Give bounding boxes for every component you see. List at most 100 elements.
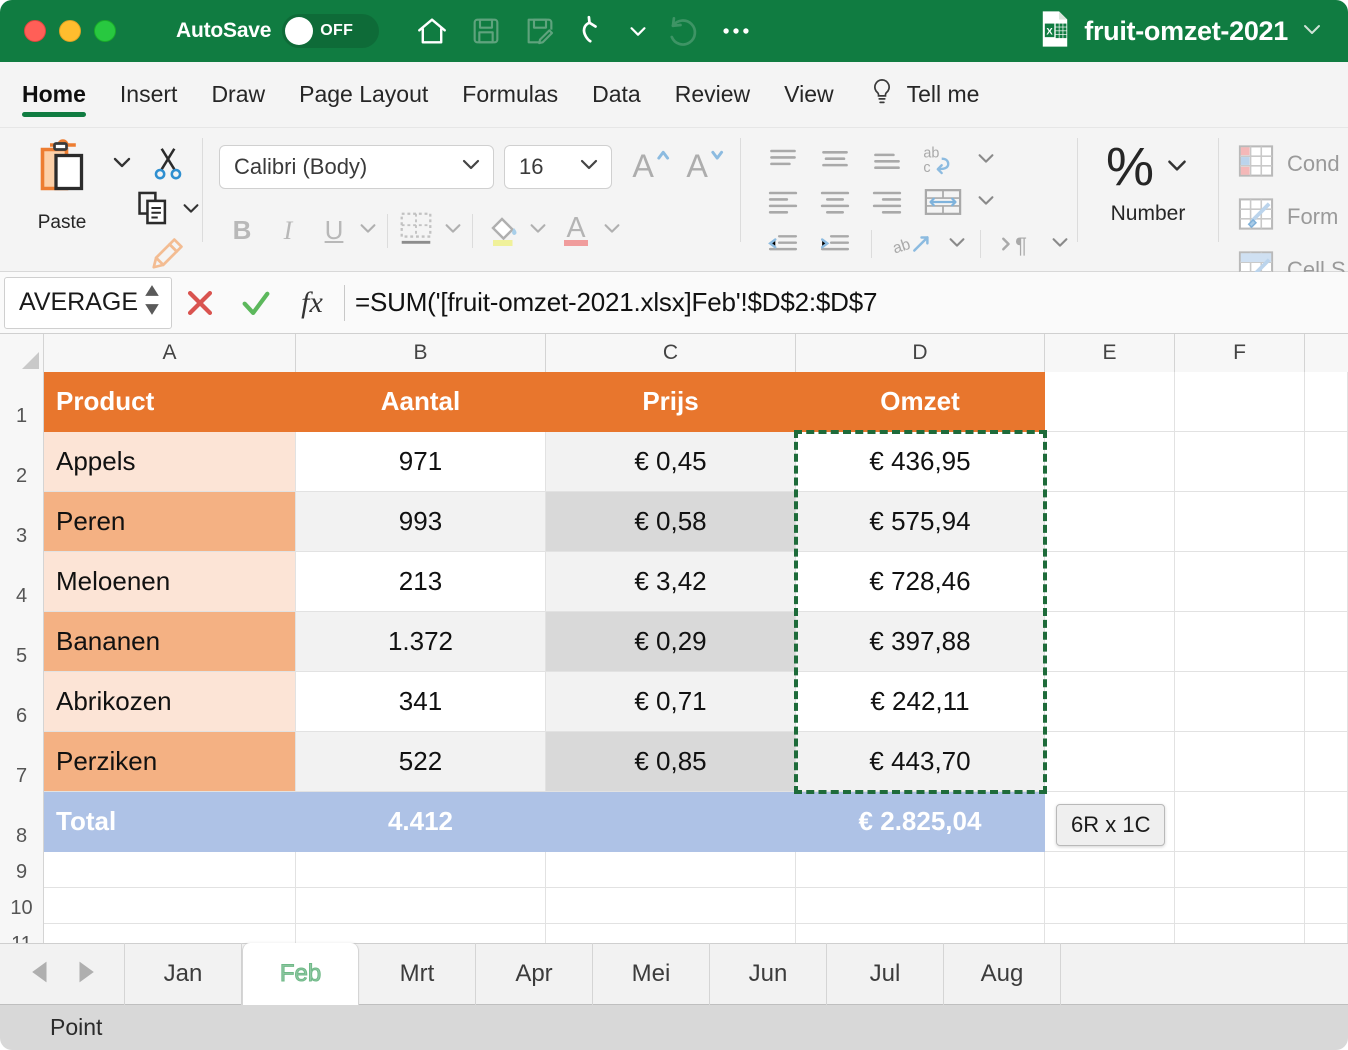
font-color-icon[interactable]: A xyxy=(555,207,597,254)
cell-b10[interactable] xyxy=(296,888,546,924)
align-top-icon[interactable] xyxy=(759,142,807,178)
font-size-chevron-down-icon[interactable] xyxy=(577,152,601,181)
row-header-5[interactable]: 5 xyxy=(0,612,44,672)
tab-review[interactable]: Review xyxy=(675,62,750,128)
cell-d5[interactable]: € 397,88 xyxy=(796,612,1045,672)
document-menu-chevron-down-icon[interactable] xyxy=(1300,17,1324,46)
font-name-input[interactable]: Calibri (Body) xyxy=(219,145,494,189)
font-size-input[interactable]: 16 xyxy=(504,145,612,189)
cell-a11[interactable] xyxy=(44,924,296,943)
align-center-icon[interactable] xyxy=(811,184,859,220)
cell-e11[interactable] xyxy=(1045,924,1175,943)
autosave-control[interactable]: AutoSave OFF xyxy=(176,14,379,48)
row-header-3[interactable]: 3 xyxy=(0,492,44,552)
decrease-indent-icon[interactable] xyxy=(759,226,807,262)
cell-a10[interactable] xyxy=(44,888,296,924)
cell-c1[interactable]: Prijs xyxy=(546,372,796,432)
cell-a9[interactable] xyxy=(44,852,296,888)
row-header-10[interactable]: 10 xyxy=(0,888,44,924)
row-header-11[interactable]: 11 xyxy=(0,924,44,943)
increase-font-size-icon[interactable]: A xyxy=(628,142,672,191)
sheet-tab-jun[interactable]: Jun xyxy=(710,943,827,1005)
cell-g3[interactable] xyxy=(1305,492,1348,552)
cell-f7[interactable] xyxy=(1175,732,1305,792)
cell-b11[interactable] xyxy=(296,924,546,943)
column-header-e[interactable]: E xyxy=(1045,334,1175,372)
cell-a2[interactable]: Appels xyxy=(44,432,296,492)
cell-g5[interactable] xyxy=(1305,612,1348,672)
row-header-2[interactable]: 2 xyxy=(0,432,44,492)
formula-input[interactable]: =SUM('[fruit-omzet-2021.xlsx]Feb'!$D$2:$… xyxy=(355,272,1348,334)
text-direction-chevron-down-icon[interactable] xyxy=(1049,231,1071,258)
font-color-chevron-down-icon[interactable] xyxy=(601,217,623,244)
tab-view[interactable]: View xyxy=(784,62,833,128)
cell-a1[interactable]: Product xyxy=(44,372,296,432)
sheet-tab-apr[interactable]: Apr xyxy=(476,943,593,1005)
tab-insert[interactable]: Insert xyxy=(120,62,178,128)
align-middle-icon[interactable] xyxy=(811,142,859,178)
cell-c5[interactable]: € 0,29 xyxy=(546,612,796,672)
decrease-font-size-icon[interactable]: A xyxy=(682,142,726,191)
cell-e5[interactable] xyxy=(1045,612,1175,672)
wrap-text-icon[interactable]: abc xyxy=(915,142,971,178)
text-orientation-icon[interactable]: ab xyxy=(884,226,942,262)
cell-e4[interactable] xyxy=(1045,552,1175,612)
cell-g2[interactable] xyxy=(1305,432,1348,492)
cell-e6[interactable] xyxy=(1045,672,1175,732)
tab-page-layout[interactable]: Page Layout xyxy=(299,62,428,128)
cell-b7[interactable]: 522 xyxy=(296,732,546,792)
cell-b1[interactable]: Aantal xyxy=(296,372,546,432)
column-header-c[interactable]: C xyxy=(546,334,796,372)
tab-data[interactable]: Data xyxy=(592,62,641,128)
save-as-icon[interactable] xyxy=(513,8,567,54)
cell-d10[interactable] xyxy=(796,888,1045,924)
align-right-icon[interactable] xyxy=(863,184,911,220)
cell-b9[interactable] xyxy=(296,852,546,888)
cell-a6[interactable]: Abrikozen xyxy=(44,672,296,732)
cell-f6[interactable] xyxy=(1175,672,1305,732)
row-header-9[interactable]: 9 xyxy=(0,852,44,888)
cell-g10[interactable] xyxy=(1305,888,1348,924)
tab-home[interactable]: Home xyxy=(22,62,86,128)
insert-function-icon[interactable]: fx xyxy=(284,272,340,334)
sheet-tab-jan[interactable]: Jan xyxy=(125,943,242,1005)
cell-c8[interactable] xyxy=(546,792,796,852)
close-window-button[interactable] xyxy=(24,20,46,42)
merge-cells-icon[interactable] xyxy=(915,184,971,220)
cell-d1[interactable]: Omzet xyxy=(796,372,1045,432)
cell-e1[interactable] xyxy=(1045,372,1175,432)
cell-b5[interactable]: 1.372 xyxy=(296,612,546,672)
text-direction-icon[interactable]: ¶ xyxy=(993,226,1045,262)
cell-a4[interactable]: Meloenen xyxy=(44,552,296,612)
name-box-stepper-icon[interactable] xyxy=(142,281,162,324)
cell-a8[interactable]: Total xyxy=(44,792,296,852)
cell-c4[interactable]: € 3,42 xyxy=(546,552,796,612)
cell-d7[interactable]: € 443,70 xyxy=(796,732,1045,792)
borders-chevron-down-icon[interactable] xyxy=(442,217,464,244)
copy-icon[interactable] xyxy=(134,189,172,232)
cancel-icon[interactable] xyxy=(172,272,228,334)
format-as-table-button[interactable]: Form xyxy=(1237,195,1346,238)
select-all-corner[interactable] xyxy=(0,334,44,372)
align-bottom-icon[interactable] xyxy=(863,142,911,178)
previous-sheet-icon[interactable] xyxy=(28,959,52,990)
number-group[interactable]: % Number xyxy=(1078,128,1218,272)
cell-b3[interactable]: 993 xyxy=(296,492,546,552)
cell-f11[interactable] xyxy=(1175,924,1305,943)
name-box[interactable]: AVERAGE xyxy=(4,277,172,329)
cell-g7[interactable] xyxy=(1305,732,1348,792)
underline-chevron-down-icon[interactable] xyxy=(357,217,379,244)
cell-f5[interactable] xyxy=(1175,612,1305,672)
document-title-area[interactable]: X fruit-omzet-2021 xyxy=(1038,0,1324,62)
cell-a5[interactable]: Bananen xyxy=(44,612,296,672)
cell-e2[interactable] xyxy=(1045,432,1175,492)
cell-f10[interactable] xyxy=(1175,888,1305,924)
row-header-6[interactable]: 6 xyxy=(0,672,44,732)
autosave-toggle[interactable]: OFF xyxy=(282,14,379,48)
conditional-formatting-button[interactable]: Cond xyxy=(1237,142,1346,185)
row-header-7[interactable]: 7 xyxy=(0,732,44,792)
cell-c9[interactable] xyxy=(546,852,796,888)
cut-icon[interactable] xyxy=(148,144,188,187)
cell-f2[interactable] xyxy=(1175,432,1305,492)
paste-button[interactable]: Paste xyxy=(14,136,110,272)
